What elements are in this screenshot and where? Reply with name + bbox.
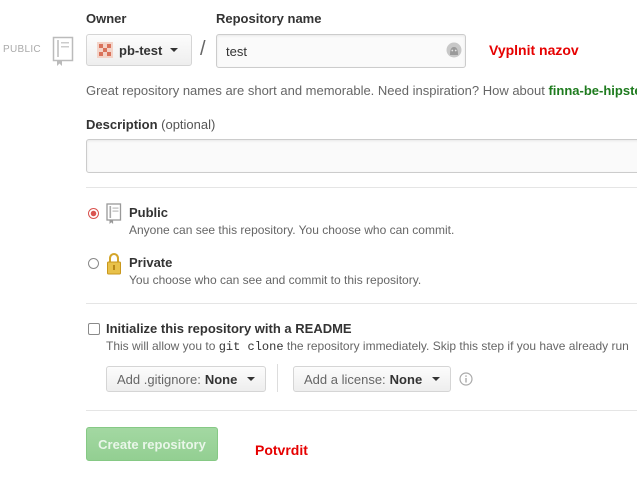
repo-book-icon [106, 203, 122, 224]
description-label-text: Description [86, 117, 158, 132]
description-optional: (optional) [161, 117, 216, 132]
readme-note-after: the repository immediately. Skip this st… [283, 339, 629, 353]
chevron-down-icon [432, 377, 441, 381]
license-select[interactable]: Add a license: None [293, 366, 452, 392]
owner-name: pb-test [119, 42, 163, 58]
license-value: None [389, 371, 423, 387]
repo-book-icon [52, 36, 74, 66]
create-repository-button[interactable]: Create repository [86, 427, 218, 461]
gitignore-label: Add .gitignore: [117, 371, 201, 387]
public-title: Public [129, 205, 169, 220]
name-annotation: Vyplnit nazov [489, 42, 579, 58]
license-label: Add a license: [304, 371, 386, 387]
visibility-tag: PUBLIC [3, 44, 41, 55]
readme-note-code: git clone [218, 340, 284, 354]
private-note: You choose who can see and commit to thi… [129, 273, 422, 287]
select-divider [277, 364, 278, 392]
repo-name-label: Repository name [216, 11, 322, 26]
repo-name-input[interactable] [216, 34, 466, 68]
name-suggestion[interactable]: finna-be-hipster [548, 83, 637, 98]
readme-note-before: This will allow you to [106, 339, 219, 353]
private-title: Private [129, 255, 173, 270]
divider [86, 410, 637, 411]
chevron-down-icon [170, 48, 179, 52]
gitignore-select[interactable]: Add .gitignore: None [106, 366, 267, 392]
public-note: Anyone can see this repository. You choo… [129, 223, 455, 237]
divider [86, 303, 637, 304]
owner-label: Owner [86, 11, 127, 26]
owner-avatar-icon [97, 42, 113, 58]
readme-note: This will allow you to git clone the rep… [106, 339, 629, 354]
private-radio[interactable] [88, 258, 99, 269]
chevron-down-icon [247, 377, 256, 381]
public-radio[interactable] [88, 208, 99, 219]
owner-select[interactable]: pb-test [86, 34, 192, 66]
readme-label[interactable]: Initialize this repository with a README [106, 321, 352, 336]
divider [86, 187, 637, 188]
gitignore-value: None [204, 371, 238, 387]
readme-checkbox[interactable] [88, 323, 100, 335]
name-help-text: Great repository names are short and mem… [86, 83, 637, 98]
description-label: Description (optional) [86, 117, 215, 132]
lock-icon [107, 252, 121, 275]
description-input[interactable] [86, 139, 637, 173]
name-help-lead: Great repository names are short and mem… [86, 83, 549, 98]
confirm-annotation: Potvrdit [255, 442, 308, 458]
octoface-icon [446, 42, 462, 58]
info-circle-icon[interactable] [459, 372, 473, 386]
owner-repo-separator: / [200, 38, 206, 60]
